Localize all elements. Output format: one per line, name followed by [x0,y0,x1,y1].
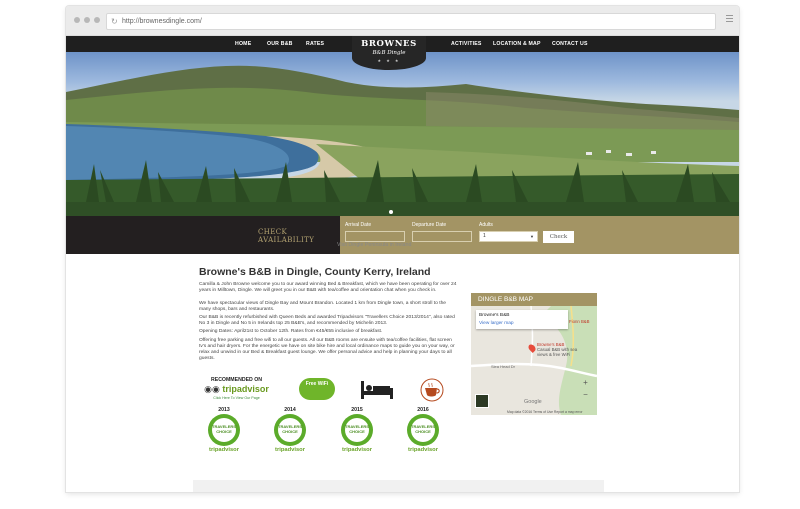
hero-landscape-image [66,52,739,216]
availability-heading-line1: CHECK [258,228,288,236]
nav-contact-us[interactable]: CONTACT US [552,36,588,52]
browser-window: ↻ http://brownesdingle.com/ HOME OUR B&B… [66,6,739,492]
nav-home[interactable]: HOME [235,36,251,52]
badge-year: 2013 [218,407,230,413]
map-header: DINGLE B&B MAP [471,293,597,306]
travellers-choice-badge-2016: 2016 TRAVELERS' CHOICE tripadvisor [399,407,447,459]
badge-brand: tripadvisor [342,447,372,453]
visit-dingle-text[interactable]: Visit Dingle Peninsula in Ireland [337,242,411,248]
minimize-window-dot[interactable] [84,17,90,23]
tripadvisor-page-link[interactable]: Click Here To View Our Page [199,396,274,400]
adults-value: 1 [483,233,486,239]
adults-label: Adults [479,222,493,228]
map-nearby-label: Fionn B&B [569,319,590,324]
laurel-icon: TRAVELERS' CHOICE [274,414,306,446]
logo-stars-icon: ★ ★ ★ [377,58,401,63]
views-paragraph: We have spectacular views of Dingle Bay … [199,301,447,312]
page-title: Browne's B&B in Dingle, County Kerry, Ir… [199,266,431,278]
arrival-date-input[interactable] [345,231,405,242]
google-logo: Google [524,399,542,405]
site-logo[interactable]: BROWNES B&B Dingle ★ ★ ★ [352,36,426,70]
badge-brand: tripadvisor [408,447,438,453]
close-window-dot[interactable] [74,17,80,23]
main-content: Browne's B&B in Dingle, County Kerry, Ir… [66,254,739,492]
zoom-out-button[interactable]: − [580,389,591,401]
hamburger-menu-icon[interactable] [726,15,733,24]
nav-activities[interactable]: ACTIVITIES [451,36,482,52]
badge-label: TRAVELERS' CHOICE [411,418,436,442]
tripadvisor-owl-icon: ◉◉ [204,384,220,394]
map-info-card: Browne's B&B View larger map [476,310,568,329]
badge-year: 2015 [351,407,363,413]
facilities-paragraph: Offering free parking and free wifi to a… [199,338,455,361]
availability-form: Arrival Date Departure Date Adults 1 ▼ [340,216,739,254]
map-zoom-controls: + − [580,377,591,401]
chevron-down-icon: ▼ [530,234,534,239]
departure-date-input[interactable] [412,231,472,242]
badge-label: TRAVELERS' CHOICE [345,418,370,442]
availability-bar: CHECK AVAILABILITY Arrival Date Departur… [66,216,739,254]
wifi-label: Free WiFi [305,381,329,387]
adults-select[interactable]: 1 ▼ [479,231,538,242]
nav-rates[interactable]: RATES [306,36,324,52]
arrival-date-label: Arrival Date [345,222,372,228]
intro-paragraph: Camilla & John Browne welcome you to our… [199,282,457,293]
badge-label: TRAVELERS' CHOICE [212,418,237,442]
badge-year: 2016 [417,407,429,413]
recommended-label: RECOMMENDED ON [210,377,262,383]
departure-date-label: Departure Date [412,222,447,228]
laurel-icon: TRAVELERS' CHOICE [208,414,240,446]
opening-dates-paragraph: Opening Dates: April21st to October 12th… [199,329,383,334]
map-footer: Map data ©2016 Terms of Use Report a map… [507,410,583,414]
logo-title: BROWNES [361,39,417,49]
maximize-window-dot[interactable] [94,17,100,23]
nav-our-bnb[interactable]: OUR B&B [267,36,293,52]
logo-subtitle: B&B Dingle [372,50,406,56]
hero-scene [66,65,739,216]
zoom-in-button[interactable]: + [580,377,591,389]
pin-label-desc-2: views & free WiFi [537,352,571,357]
bed-icon [360,378,394,405]
travellers-choice-badge-2013: 2013 TRAVELERS' CHOICE tripadvisor [200,407,248,459]
address-bar[interactable]: ↻ http://brownesdingle.com/ [106,13,716,30]
browser-toolbar: ↻ http://brownesdingle.com/ [66,6,739,36]
window-controls [74,17,100,23]
badge-year: 2014 [284,407,296,413]
reload-icon[interactable]: ↻ [111,14,118,29]
wifi-free-icon: Free WiFi [299,378,335,400]
map-road-label: Slea Head Dr [491,364,516,369]
badge-brand: tripadvisor [275,447,305,453]
awards-paragraph: Our B&B is recently refurbished with Que… [199,315,455,326]
url-text[interactable]: http://brownesdingle.com/ [122,14,202,29]
availability-heading: CHECK AVAILABILITY [258,228,318,244]
map-pin-label: Browne's B&B Casual B&B with sea views &… [537,342,577,357]
check-button[interactable]: Check [543,231,574,243]
badge-label: TRAVELERS' CHOICE [278,418,303,442]
bottom-section [193,480,604,492]
view-larger-map-link[interactable]: View larger map [479,321,514,326]
travellers-choice-badge-2014: 2014 TRAVELERS' CHOICE tripadvisor [266,407,314,459]
map-place-name: Browne's B&B [479,313,510,318]
laurel-icon: TRAVELERS' CHOICE [407,414,439,446]
satellite-toggle[interactable] [475,394,489,408]
nav-location-map[interactable]: LOCATION & MAP [493,36,541,52]
badge-brand: tripadvisor [209,447,239,453]
laurel-icon: TRAVELERS' CHOICE [341,414,373,446]
travellers-choice-badge-2015: 2015 TRAVELERS' CHOICE tripadvisor [333,407,381,459]
map-widget[interactable]: DINGLE B&B MAP Browne's B&B View larger … [471,293,597,415]
tripadvisor-logo: ◉◉ tripadvisor [204,384,269,394]
availability-heading-panel: CHECK AVAILABILITY [66,216,340,254]
tripadvisor-recommended[interactable]: RECOMMENDED ON ◉◉ tripadvisor Click Here… [199,377,274,400]
tea-cup-icon [420,378,444,407]
availability-heading-line2: AVAILABILITY [258,236,315,244]
slider-indicator[interactable] [389,210,393,214]
